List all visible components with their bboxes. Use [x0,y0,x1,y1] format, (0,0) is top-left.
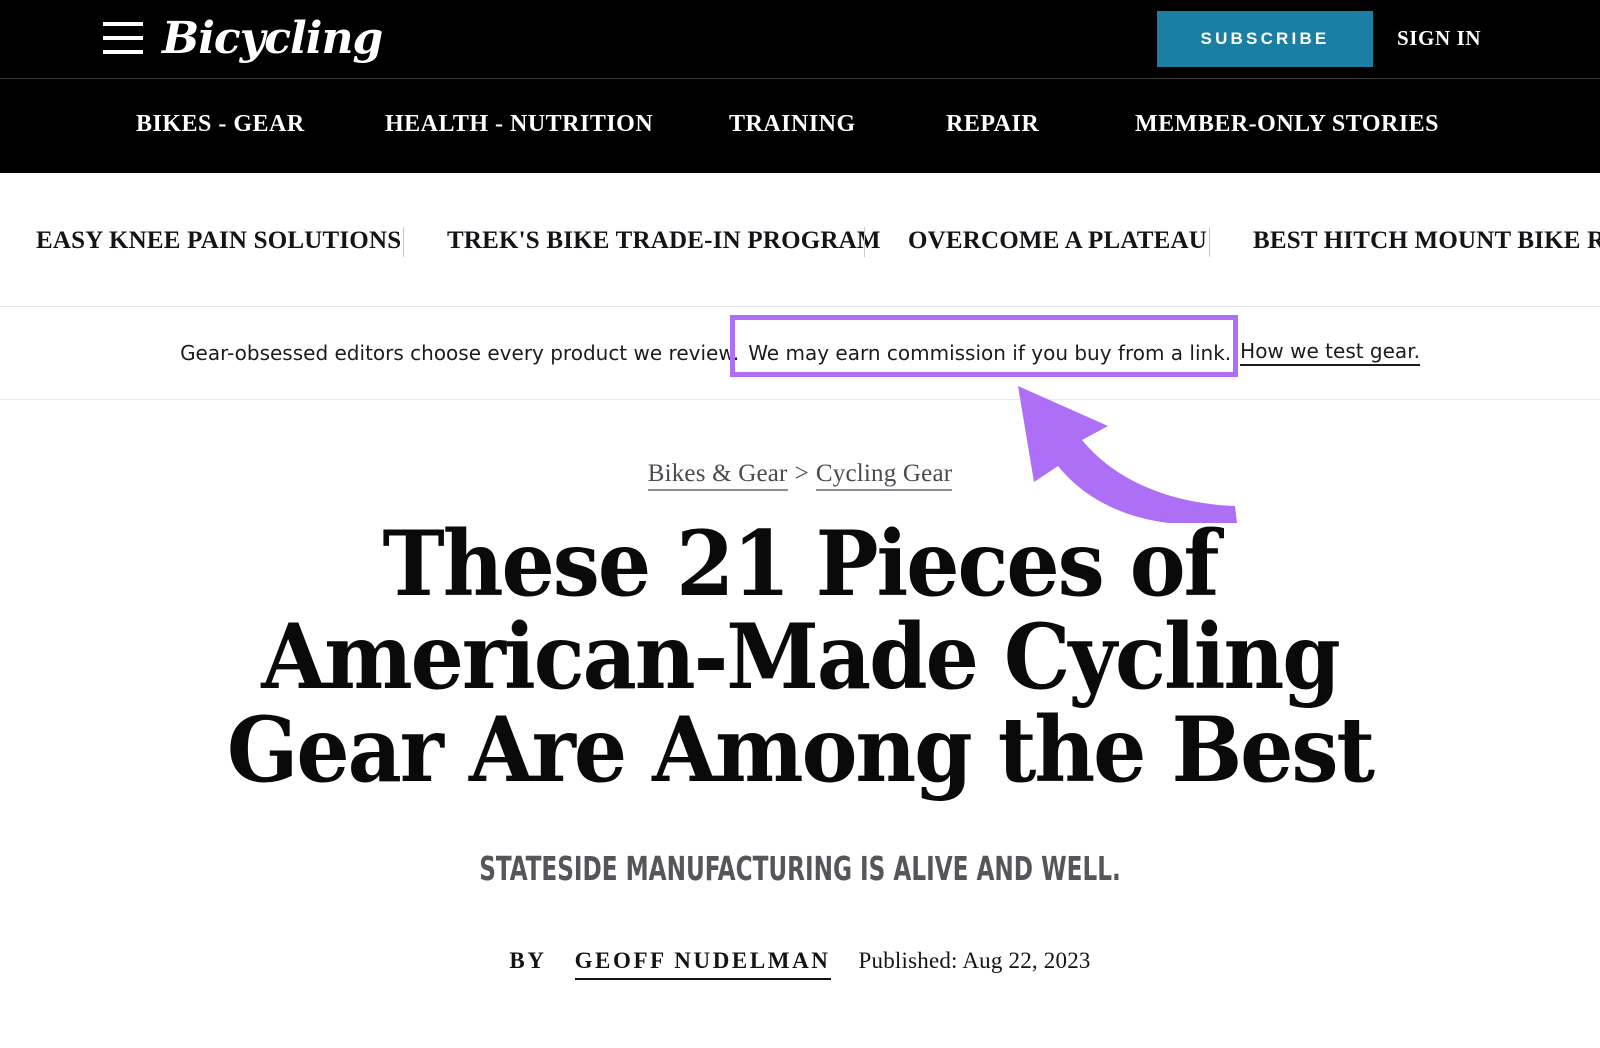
article-header: Bikes & Gear > Cycling Gear These 21 Piece… [0,400,1600,980]
breadcrumb: Bikes & Gear > Cycling Gear [0,460,1600,491]
nav-item-bikes-gear[interactable]: BIKES - GEAR [136,111,305,138]
nav-item-member-only-stories[interactable]: MEMBER-ONLY STORIES [1135,111,1439,138]
trending-topics-bar: EASY KNEE PAIN SOLUTIONS TREK'S BIKE TRA… [0,173,1600,307]
hamburger-bar-1 [103,22,143,26]
byline-author-link[interactable]: GEOFF NUDELMAN [574,948,831,980]
hamburger-menu-icon[interactable] [103,22,143,54]
disclosure-text-group: Gear-obsessed editors choose every produ… [180,334,1420,373]
breadcrumb-separator: > [794,460,809,487]
trending-separator-3 [1209,227,1210,257]
site-logo[interactable]: Bicycling [162,11,383,67]
disclosure-static-text: Gear-obsessed editors choose every produ… [180,341,740,365]
trending-item-overcome-plateau[interactable]: OVERCOME A PLATEAU [908,227,1207,255]
disclosure-commission-text: We may earn commission if you buy from a… [748,340,1232,365]
byline-published-date: Published: Aug 22, 2023 [858,948,1091,973]
how-we-test-gear-link[interactable]: How we test gear. [1240,341,1420,366]
nav-item-repair[interactable]: REPAIR [946,111,1039,138]
nav-item-training[interactable]: TRAINING [729,111,856,138]
page-title: These 21 Pieces of American-Made Cycling… [226,511,1375,803]
hamburger-bar-3 [103,50,143,54]
trending-item-knee-pain[interactable]: EASY KNEE PAIN SOLUTIONS [36,227,401,255]
article-subtitle: STATESIDE MANUFACTURING IS ALIVE AND WEL… [479,849,1121,888]
hamburger-bar-2 [103,36,143,40]
trending-separator-1 [403,227,404,257]
trending-item-trek-trade-in[interactable]: TREK'S BIKE TRADE-IN PROGRAM [447,227,881,255]
breadcrumb-current-link[interactable]: Cycling Gear [815,460,953,491]
nav-item-health-nutrition[interactable]: HEALTH - NUTRITION [385,111,653,138]
breadcrumb-parent-link[interactable]: Bikes & Gear [647,460,788,491]
trending-item-hitch-mount-rack[interactable]: BEST HITCH MOUNT BIKE R [1253,227,1600,255]
site-masthead: Bicycling SUBSCRIBE SIGN IN [0,0,1600,78]
byline-by-label: BY [509,948,547,973]
trending-separator-2 [864,227,865,257]
primary-navigation: BIKES - GEAR HEALTH - NUTRITION TRAINING… [0,78,1600,173]
byline: BY GEOFF NUDELMAN Published: Aug 22, 202… [0,948,1600,980]
affiliate-disclosure-bar: Gear-obsessed editors choose every produ… [0,307,1600,400]
subscribe-button[interactable]: SUBSCRIBE [1157,11,1373,67]
sign-in-link[interactable]: SIGN IN [1397,26,1481,51]
